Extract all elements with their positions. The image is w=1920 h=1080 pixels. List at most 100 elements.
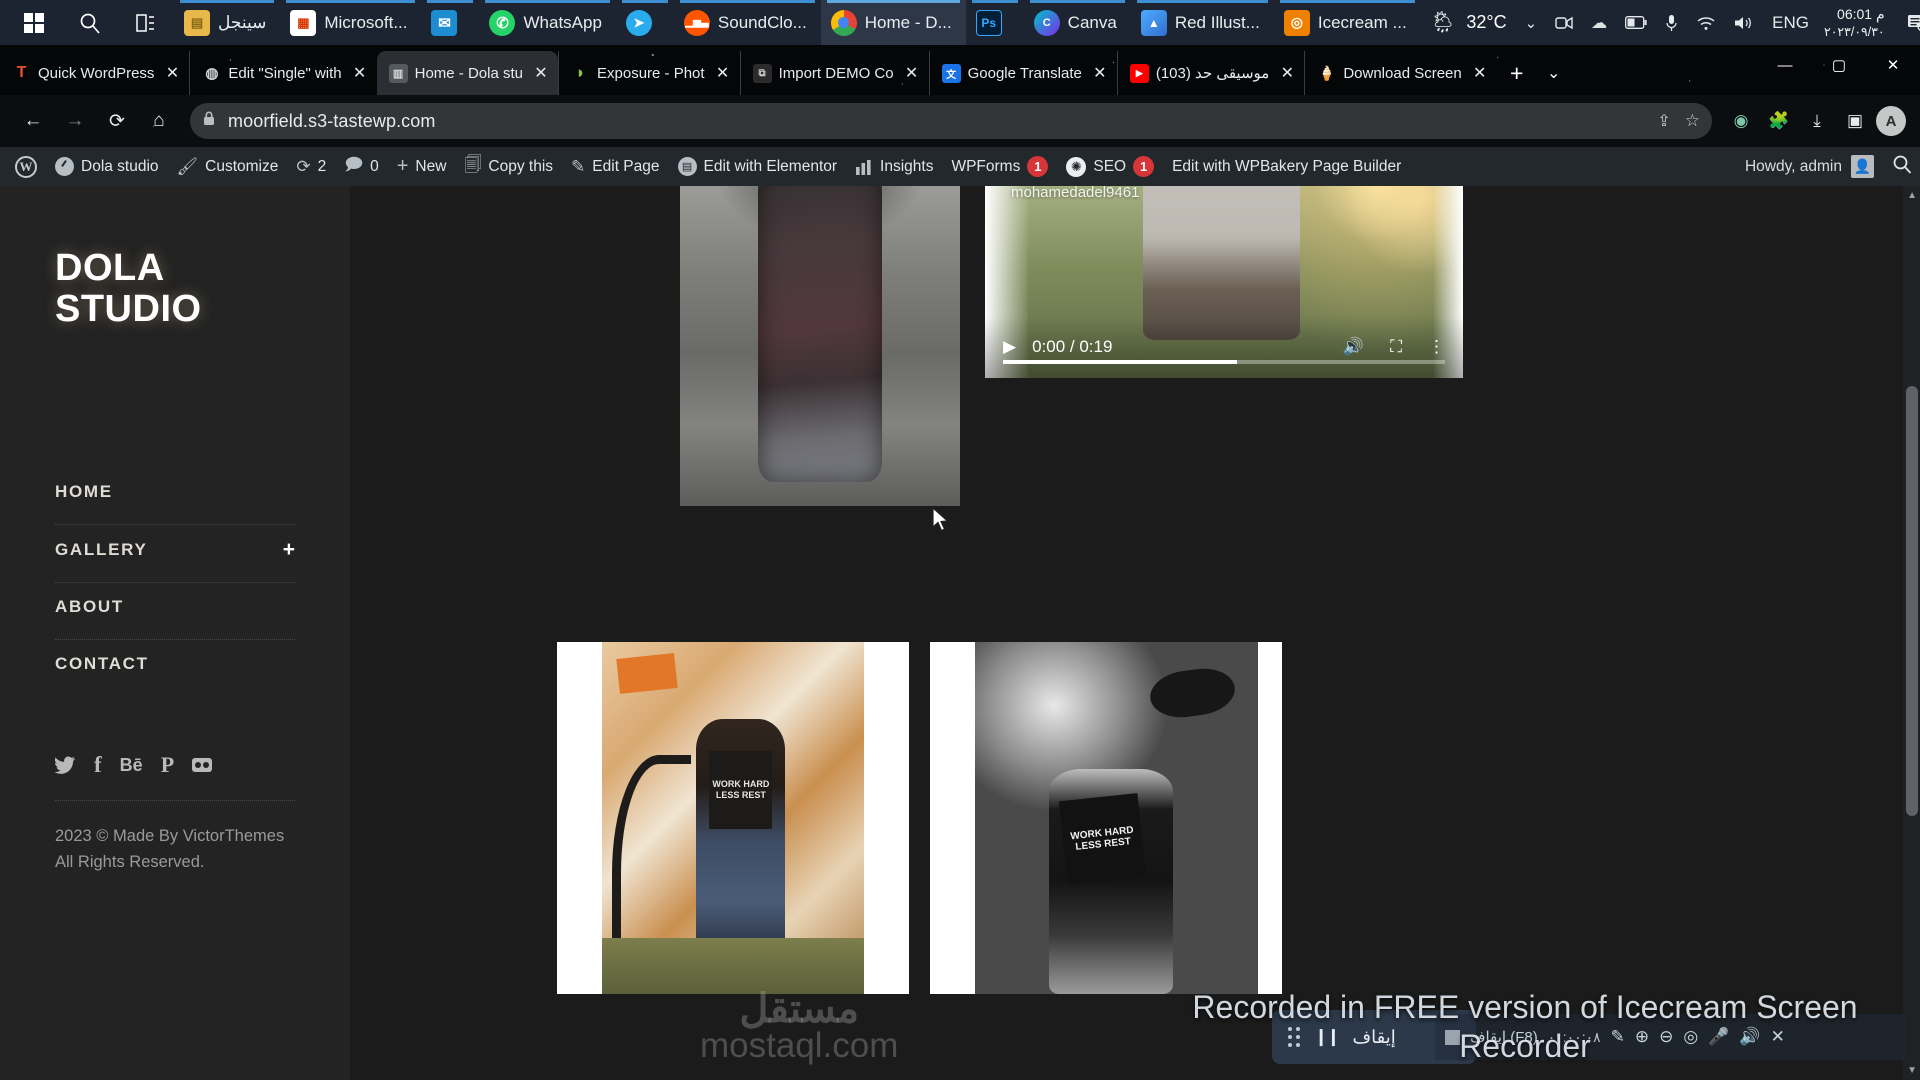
- webcam-icon[interactable]: ◎: [1683, 1027, 1698, 1047]
- extensions-icon[interactable]: 🧩: [1762, 104, 1796, 138]
- adminbar-site-name[interactable]: Dola studio: [46, 147, 168, 186]
- zoom-in-icon[interactable]: ⊕: [1635, 1027, 1649, 1047]
- side-panel-icon[interactable]: ▣: [1838, 104, 1872, 138]
- forward-button[interactable]: →: [56, 102, 94, 140]
- video-progress-bar[interactable]: [1003, 360, 1445, 364]
- volume-icon[interactable]: [1725, 0, 1763, 45]
- scroll-down-arrow-icon[interactable]: ▼: [1907, 1065, 1917, 1076]
- minimize-button[interactable]: —: [1758, 45, 1812, 85]
- microphone-icon[interactable]: [1656, 0, 1687, 45]
- adminbar-edit-page[interactable]: ✎ Edit Page: [562, 147, 668, 186]
- browser-tab-download-screen-recorder[interactable]: 🍦 Download Screen ✕: [1304, 51, 1496, 95]
- browser-tab-edit-single[interactable]: ◍ Edit "Single" with ✕: [189, 51, 376, 95]
- adminbar-copy-this[interactable]: 🗐 Copy this: [455, 147, 562, 186]
- facebook-icon[interactable]: f: [94, 752, 102, 778]
- taskbar-app-icecream-recorder[interactable]: ◎ Icecream ...: [1274, 0, 1421, 45]
- search-icon[interactable]: [62, 0, 118, 45]
- battery-icon[interactable]: [1616, 0, 1656, 45]
- flickr-icon[interactable]: [192, 758, 213, 773]
- fullscreen-icon[interactable]: ⛶: [1390, 337, 1402, 357]
- stop-square-icon[interactable]: [1445, 1029, 1460, 1045]
- tab-close-icon[interactable]: ✕: [1469, 62, 1491, 84]
- tab-close-icon[interactable]: ✕: [901, 62, 923, 84]
- adminbar-howdy[interactable]: Howdy, admin: [1745, 158, 1842, 176]
- maximize-button[interactable]: ▢: [1812, 45, 1866, 85]
- play-icon[interactable]: ▶: [1003, 337, 1016, 357]
- share-icon[interactable]: ⇪: [1657, 111, 1670, 131]
- page-scrollbar[interactable]: ▲ ▼: [1903, 186, 1920, 1080]
- pause-icon[interactable]: ❙❙: [1314, 1027, 1340, 1047]
- taskbar-app-red-illustrator[interactable]: ▲ Red Illust...: [1131, 0, 1274, 45]
- tab-close-icon[interactable]: ✕: [1276, 62, 1298, 84]
- notifications-icon[interactable]: [1897, 0, 1920, 45]
- search-icon[interactable]: [1892, 154, 1912, 179]
- camera-icon[interactable]: [1546, 0, 1582, 45]
- taskbar-app-microsoft-store[interactable]: ▦ Microsoft...: [280, 0, 421, 45]
- scroll-up-arrow-icon[interactable]: ▲: [1907, 190, 1917, 201]
- sidebar-item-about[interactable]: ABOUT: [55, 583, 295, 641]
- taskbar-app-soundcloud[interactable]: ▁▅▃ SoundClo...: [674, 0, 821, 45]
- browser-tab-exposure[interactable]: ◗ Exposure - Phot ✕: [558, 51, 740, 95]
- gallery-photo-2[interactable]: WORK HARD LESS REST: [557, 642, 909, 994]
- gallery-photo-3[interactable]: WORK HARD LESS REST: [930, 642, 1282, 994]
- adminbar-updates[interactable]: ⟳ 2: [287, 147, 335, 186]
- taskbar-app-photoshop[interactable]: Ps: [966, 0, 1024, 45]
- browser-tab-home-dola-studio[interactable]: ▥ Home - Dola stu ✕: [376, 51, 558, 95]
- adminbar-insights[interactable]: Insights: [846, 147, 942, 186]
- start-icon[interactable]: [6, 0, 62, 45]
- adminbar-edit-with-elementor[interactable]: ▤ Edit with Elementor: [669, 147, 847, 186]
- taskbar-app-telegram[interactable]: ➤: [616, 0, 674, 45]
- adminbar-comments[interactable]: 🗩 0: [335, 147, 388, 186]
- clock-widget[interactable]: 06:01 م ٢٠٢٣/٠٩/٣٠: [1818, 0, 1897, 45]
- behance-icon[interactable]: Bē: [120, 755, 143, 776]
- sidebar-item-contact[interactable]: CONTACT: [55, 640, 295, 696]
- home-button[interactable]: ⌂: [140, 102, 178, 140]
- wifi-icon[interactable]: [1687, 0, 1725, 45]
- wordpress-logo-menu[interactable]: W: [6, 147, 46, 186]
- tab-close-icon[interactable]: ✕: [1089, 62, 1111, 84]
- shield-extension-icon[interactable]: ◉: [1724, 104, 1758, 138]
- new-tab-button[interactable]: +: [1497, 51, 1537, 95]
- onedrive-icon[interactable]: ☁: [1582, 0, 1616, 45]
- weather-widget[interactable]: 🌦 32°C: [1421, 0, 1516, 45]
- taskbar-app-whatsapp[interactable]: ✆ WhatsApp: [479, 0, 615, 45]
- tab-close-icon[interactable]: ✕: [161, 62, 183, 84]
- expand-submenu-plus-icon[interactable]: +: [283, 539, 295, 560]
- scrollbar-thumb[interactable]: [1906, 386, 1918, 816]
- language-indicator[interactable]: ENG: [1763, 0, 1818, 45]
- downloads-icon[interactable]: ⤓: [1800, 104, 1834, 138]
- gallery-video-player[interactable]: ♪ TikTok mohamedadel9461 ▶ 0:00 / 0:19 🔊…: [985, 186, 1463, 378]
- star-icon[interactable]: ☆: [1685, 111, 1700, 131]
- taskbar-app-mail[interactable]: ✉: [421, 0, 479, 45]
- drag-handle-icon[interactable]: [1288, 1027, 1300, 1047]
- close-window-button[interactable]: ✕: [1866, 45, 1920, 85]
- taskbar-app-chrome[interactable]: Home - D...: [820, 0, 966, 45]
- sidebar-item-home[interactable]: HOME: [55, 468, 295, 526]
- back-button[interactable]: ←: [14, 102, 52, 140]
- browser-tab-import-demo-content[interactable]: ⧉ Import DEMO Co ✕: [739, 51, 929, 95]
- task-view-icon[interactable]: [118, 0, 174, 45]
- close-icon[interactable]: ✕: [1771, 1027, 1785, 1047]
- microphone-icon[interactable]: 🎤: [1708, 1027, 1729, 1047]
- reload-button[interactable]: ⟳: [98, 102, 136, 140]
- draw-pencil-icon[interactable]: ✎: [1611, 1027, 1625, 1047]
- browser-tab-quick-wordpress[interactable]: T Quick WordPress ✕: [0, 51, 189, 95]
- adminbar-edit-with-wpbakery[interactable]: Edit with WPBakery Page Builder: [1163, 147, 1410, 186]
- taskbar-app-file-explorer[interactable]: ▤ سينجل: [174, 0, 280, 45]
- more-options-icon[interactable]: ⋮: [1428, 337, 1445, 357]
- sidebar-item-gallery[interactable]: GALLERY +: [55, 525, 295, 584]
- volume-icon[interactable]: 🔊: [1343, 337, 1364, 357]
- profile-avatar[interactable]: A: [1876, 106, 1906, 136]
- gallery-photo-1[interactable]: [680, 186, 960, 506]
- show-hidden-icons-chevron-icon[interactable]: ⌄: [1516, 0, 1547, 45]
- tab-close-icon[interactable]: ✕: [349, 62, 371, 84]
- address-bar[interactable]: moorfield.s3-tastewp.com ⇪ ☆: [190, 103, 1712, 139]
- browser-tab-google-translate[interactable]: 文 Google Translate ✕: [928, 51, 1117, 95]
- twitter-icon[interactable]: [55, 756, 76, 775]
- taskbar-app-canva[interactable]: C Canva: [1024, 0, 1131, 45]
- adminbar-seo[interactable]: ✺ SEO 1: [1057, 147, 1163, 186]
- tab-close-icon[interactable]: ✕: [712, 62, 734, 84]
- tab-close-icon[interactable]: ✕: [530, 62, 552, 84]
- zoom-out-icon[interactable]: ⊖: [1659, 1027, 1673, 1047]
- site-logo[interactable]: DOLA STUDIO: [55, 247, 295, 330]
